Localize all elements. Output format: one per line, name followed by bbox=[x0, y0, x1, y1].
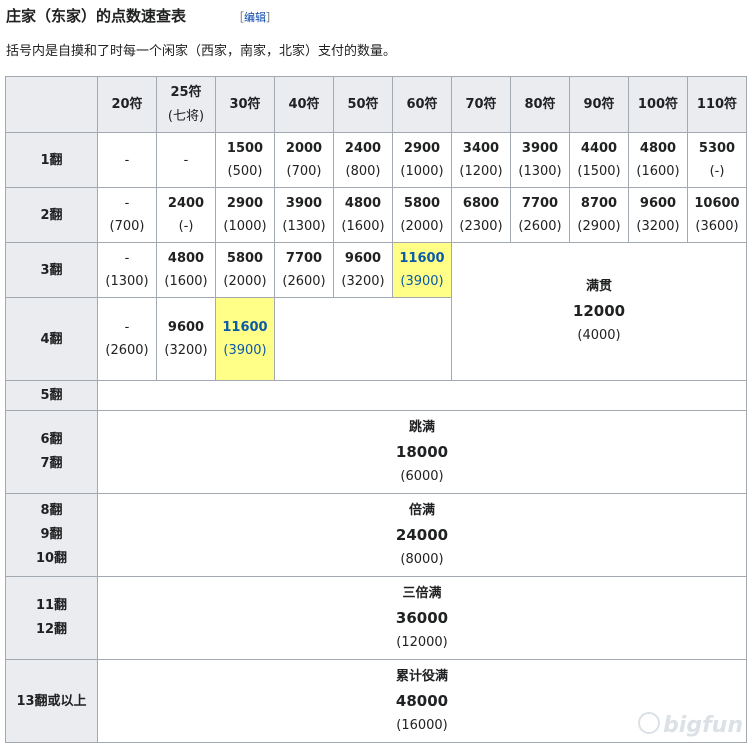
score-cell: 10600 (3600) bbox=[687, 187, 747, 243]
col-60fu: 60符 bbox=[392, 76, 452, 133]
row-label-5-han: 5翻 bbox=[5, 380, 98, 411]
edit-link[interactable]: 编辑 bbox=[244, 11, 266, 24]
mangan-cell: 满贯 12000 (4000) bbox=[451, 242, 747, 381]
score-cell: 3400 (1200) bbox=[451, 132, 511, 188]
mangan-5-han-cell bbox=[97, 380, 747, 411]
score-cell: 2400 (800) bbox=[333, 132, 393, 188]
col-90fu: 90符 bbox=[569, 76, 629, 133]
row-label-8-10-han: 8翻 9翻 10翻 bbox=[5, 493, 98, 577]
section-title: 庄家（东家）的点数速查表 bbox=[6, 7, 187, 25]
col-50fu: 50符 bbox=[333, 76, 393, 133]
score-cell: 7700 (2600) bbox=[510, 187, 570, 243]
score-cell: 9600 (3200) bbox=[628, 187, 688, 243]
row-label-13-han-plus: 13翻或以上 bbox=[5, 659, 98, 743]
highlighted-score-cell: 11600 (3900) bbox=[215, 297, 275, 381]
col-100fu: 100符 bbox=[628, 76, 688, 133]
row-label-6-7-han: 6翻 7翻 bbox=[5, 410, 98, 494]
highlighted-score-cell: 11600 (3900) bbox=[392, 242, 452, 298]
col-40fu: 40符 bbox=[274, 76, 334, 133]
score-cell: 2900 (1000) bbox=[215, 187, 275, 243]
row-3-han: 3翻 - (1300) 4800 (1600) 5800 (2000) 7700 (26… bbox=[5, 242, 747, 381]
col-30fu: 30符 bbox=[215, 76, 275, 133]
row-baiman: 8翻 9翻 10翻 倍满 24000 (8000) bbox=[5, 493, 747, 577]
score-cell: 4800 (1600) bbox=[628, 132, 688, 188]
corner-cell bbox=[5, 76, 98, 133]
row-5-han: 5翻 bbox=[5, 380, 747, 411]
score-cell: 8700 (2900) bbox=[569, 187, 629, 243]
score-cell: - bbox=[97, 132, 157, 188]
score-cell: 9600 (3200) bbox=[333, 242, 393, 298]
col-110fu: 110符 bbox=[687, 76, 747, 133]
row-yakuman: 13翻或以上 累计役满 48000 (16000) bbox=[5, 659, 747, 743]
row-1-han: 1翻 - - 1500 (500) 2000 (700) 2400 (800) 290… bbox=[5, 132, 747, 188]
score-cell: - (1300) bbox=[97, 242, 157, 298]
score-cell: 3900 (1300) bbox=[510, 132, 570, 188]
score-cell: 5800 (2000) bbox=[215, 242, 275, 298]
col-80fu: 80符 bbox=[510, 76, 570, 133]
col-70fu: 70符 bbox=[451, 76, 511, 133]
row-sanbaiman: 11翻 12翻 三倍满 36000 (12000) bbox=[5, 576, 747, 660]
watermark-logo-icon bbox=[638, 712, 661, 734]
edit-section: ［编辑］ bbox=[233, 11, 277, 24]
score-cell: 4400 (1500) bbox=[569, 132, 629, 188]
score-cell: - (700) bbox=[97, 187, 157, 243]
col-25fu: 25符 (七将) bbox=[156, 76, 216, 133]
row-label-4-han: 4翻 bbox=[5, 297, 98, 381]
row-label-11-12-han: 11翻 12翻 bbox=[5, 576, 98, 660]
col-20fu: 20符 bbox=[97, 76, 157, 133]
row-label-3-han: 3翻 bbox=[5, 242, 98, 298]
score-cell: 3900 (1300) bbox=[274, 187, 334, 243]
score-cell: 9600 (3200) bbox=[156, 297, 216, 381]
row-label-1-han: 1翻 bbox=[5, 132, 98, 188]
score-cell: 2400 (-) bbox=[156, 187, 216, 243]
score-cell: 7700 (2600) bbox=[274, 242, 334, 298]
score-cell: 2900 (1000) bbox=[392, 132, 452, 188]
row-label-2-han: 2翻 bbox=[5, 187, 98, 243]
score-cell: 5800 (2000) bbox=[392, 187, 452, 243]
score-cell: - (2600) bbox=[97, 297, 157, 381]
row-haneman: 6翻 7翻 跳满 18000 (6000) bbox=[5, 410, 747, 494]
score-cell: - bbox=[156, 132, 216, 188]
mangan-extension bbox=[274, 297, 452, 381]
watermark: bigfun bbox=[638, 712, 743, 738]
score-cell: 4800 (1600) bbox=[156, 242, 216, 298]
score-cell: 2000 (700) bbox=[274, 132, 334, 188]
score-cell: 6800 (2300) bbox=[451, 187, 511, 243]
header-row: 20符 25符 (七将) 30符 40符 50符 60符 70符 80符 90符 … bbox=[5, 76, 747, 133]
baiman-cell: 倍满 24000 (8000) bbox=[97, 493, 747, 577]
sanbaiman-cell: 三倍满 36000 (12000) bbox=[97, 576, 747, 660]
dealer-points-table: 20符 25符 (七将) 30符 40符 50符 60符 70符 80符 90符 … bbox=[5, 76, 747, 743]
haneman-cell: 跳满 18000 (6000) bbox=[97, 410, 747, 494]
description-text: 括号内是自摸和了时每一个闲家（西家，南家，北家）支付的数量。 bbox=[6, 44, 397, 59]
score-cell: 5300 (-) bbox=[687, 132, 747, 188]
score-cell: 1500 (500) bbox=[215, 132, 275, 188]
row-2-han: 2翻 - (700) 2400 (-) 2900 (1000) 3900 (1300) … bbox=[5, 187, 747, 243]
score-cell: 4800 (1600) bbox=[333, 187, 393, 243]
